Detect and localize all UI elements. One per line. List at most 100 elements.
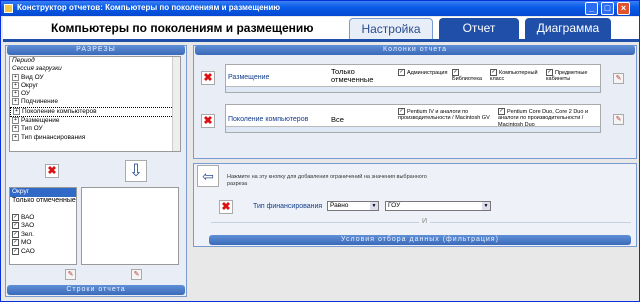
option-item[interactable]: ✓Библиотека <box>452 69 486 83</box>
column-scrollbar[interactable] <box>226 126 600 132</box>
expand-icon[interactable]: + <box>12 117 19 125</box>
tree-item-label: Тип финансирования <box>21 133 86 141</box>
operator-value: Равно <box>330 202 349 209</box>
column-name: Поколение компьютеров <box>228 116 309 123</box>
chevron-down-icon[interactable]: ▼ <box>482 202 490 210</box>
expand-icon[interactable]: + <box>12 73 19 81</box>
tree-item-subordination[interactable]: + Подчинение <box>10 98 180 106</box>
tree-item-label: Вид ОУ <box>21 73 44 81</box>
row-list-title[interactable]: Округ <box>10 188 76 197</box>
filter-field: Тип финансирования <box>253 203 323 210</box>
remove-row-button[interactable]: ✖ <box>45 164 59 178</box>
checkbox-checked-icon[interactable]: ✓ <box>12 247 19 255</box>
minimize-button[interactable]: _ <box>585 2 598 15</box>
column-scrollbar[interactable] <box>226 86 600 92</box>
row-values-list[interactable]: Округ Только отмеченные ✓ ВАО ✓ ЗАО ✓ Зел. … <box>9 187 77 265</box>
tree-item-label: Тип ОУ <box>21 125 43 133</box>
option-label: Pentium IV и аналоги по производительнос… <box>398 108 490 122</box>
columns-panel <box>193 45 637 159</box>
expand-icon[interactable]: + <box>12 90 19 98</box>
checkbox-checked-icon[interactable]: ✓ <box>452 69 459 76</box>
remove-column-button[interactable]: ✖ <box>201 114 215 128</box>
close-button[interactable]: × <box>617 2 630 15</box>
edit-brush-icon[interactable]: ✎ <box>613 73 624 84</box>
checkbox-checked-icon[interactable]: ✓ <box>398 69 405 76</box>
title-bar[interactable]: Конструктор отчетов: Компьютеры по покол… <box>1 1 639 16</box>
tree-item-label: Размещение <box>21 117 60 125</box>
maximize-button[interactable]: □ <box>601 2 614 15</box>
list-item-label: МО <box>21 239 32 247</box>
columns-header: Колонки отчета <box>195 45 635 55</box>
chevron-down-icon[interactable]: ▼ <box>370 202 378 210</box>
tree-item-period[interactable]: Период <box>10 57 180 65</box>
window-title: Конструктор отчетов: Компьютеры по покол… <box>17 3 281 12</box>
list-item[interactable]: ✓ ВАО <box>10 213 76 223</box>
checkbox-checked-icon[interactable]: ✓ <box>490 69 497 76</box>
list-item[interactable]: ✓ МО <box>10 239 76 248</box>
filter-hint: Нажмите на эту кнопку для добавления огр… <box>227 174 427 187</box>
value-select[interactable]: ГОУ ▼ <box>385 201 491 211</box>
sections-header: РАЗРЕЗЫ <box>7 45 185 55</box>
sections-tree[interactable]: Период Сессия загрузки + Вид ОУ + Округ + О… <box>9 56 181 152</box>
list-item-label: САО <box>21 247 35 255</box>
checkbox-checked-icon[interactable]: ✓ <box>12 239 19 246</box>
list-item[interactable]: ✓ САО <box>10 247 76 257</box>
tree-item-label: Поколение компьютеров <box>22 108 97 115</box>
edit-brush-icon[interactable]: ✎ <box>131 269 142 280</box>
expand-icon[interactable]: + <box>12 133 19 141</box>
list-item[interactable]: ✓ ЗАО <box>10 222 76 231</box>
page-title: Компьютеры по поколениям и размещению <box>51 21 314 35</box>
expand-icon[interactable]: + <box>13 107 20 115</box>
row-second-list[interactable] <box>81 187 179 265</box>
expand-icon[interactable]: + <box>12 98 19 106</box>
option-item[interactable]: ✓ Pentium IV и аналоги по производительно… <box>398 108 494 122</box>
column-name: Размещение <box>228 74 270 81</box>
operator-select[interactable]: Равно ▼ <box>327 201 379 211</box>
tree-item-session[interactable]: Сессия загрузки <box>10 65 180 73</box>
checkbox-checked-icon[interactable]: ✓ <box>398 108 405 115</box>
app-window: Конструктор отчетов: Компьютеры по покол… <box>0 0 640 302</box>
row-list-mode[interactable]: Только отмеченные <box>10 197 76 214</box>
edit-brush-icon[interactable]: ✎ <box>613 114 624 125</box>
tree-item-placement[interactable]: + Размещение <box>10 117 180 125</box>
checkbox-checked-icon[interactable]: ✓ <box>12 230 19 238</box>
remove-filter-button[interactable]: ✖ <box>219 200 233 214</box>
column-row: Размещение Только отмеченные ✓ Администра… <box>225 64 601 93</box>
checkbox-checked-icon[interactable]: ✓ <box>498 108 505 115</box>
checkbox-checked-icon[interactable]: ✓ <box>12 213 19 221</box>
tree-item-ou[interactable]: + ОУ <box>10 90 180 98</box>
tree-item-district[interactable]: + Округ <box>10 81 180 90</box>
expand-icon[interactable]: + <box>12 81 19 89</box>
tab-underline <box>3 39 639 42</box>
column-mode[interactable]: Только отмеченные <box>331 68 391 84</box>
move-down-arrow-icon[interactable]: ⇩ <box>125 160 147 182</box>
option-label: Компьютерный класс <box>490 69 538 83</box>
tab-chart[interactable]: Диаграмма <box>525 18 611 39</box>
edit-brush-icon[interactable]: ✎ <box>65 269 76 280</box>
remove-column-button[interactable]: ✖ <box>201 71 215 85</box>
tree-item-ou-type[interactable]: + Вид ОУ <box>10 73 180 82</box>
list-item[interactable]: ✓ Зел. <box>10 230 76 240</box>
list-item-label: ВАО <box>21 213 35 221</box>
option-label: Администрация <box>407 69 448 76</box>
add-filter-arrow-icon[interactable]: ⇦ <box>197 165 219 187</box>
column-mode[interactable]: Все <box>331 116 344 124</box>
option-item[interactable]: ✓ Предметные кабинеты <box>546 69 594 83</box>
option-item[interactable]: ✓ Компьютерный класс <box>490 69 542 83</box>
tree-item-label: Подчинение <box>21 98 58 106</box>
filter-value: ГОУ <box>388 202 401 209</box>
tree-item-pc-generation[interactable]: + Поколение компьютеров <box>10 106 180 118</box>
option-item[interactable]: ✓ Администрация <box>398 69 450 76</box>
app-icon <box>4 4 13 13</box>
tree-item-ou-kind[interactable]: + Тип ОУ <box>10 125 180 133</box>
list-item-label: Зел. <box>21 230 34 238</box>
expand-icon[interactable]: + <box>12 125 19 133</box>
tab-settings[interactable]: Настройка <box>349 18 433 39</box>
tab-report[interactable]: Отчет <box>439 18 519 39</box>
tree-item-financing[interactable]: + Тип финансирования <box>10 133 180 142</box>
tree-scrollbar[interactable] <box>172 57 180 151</box>
checkbox-checked-icon[interactable]: ✓ <box>12 222 19 229</box>
checkbox-checked-icon[interactable]: ✓ <box>546 69 553 76</box>
option-label: Библиотека <box>452 76 482 83</box>
tree-item-label: Округ <box>21 82 39 90</box>
